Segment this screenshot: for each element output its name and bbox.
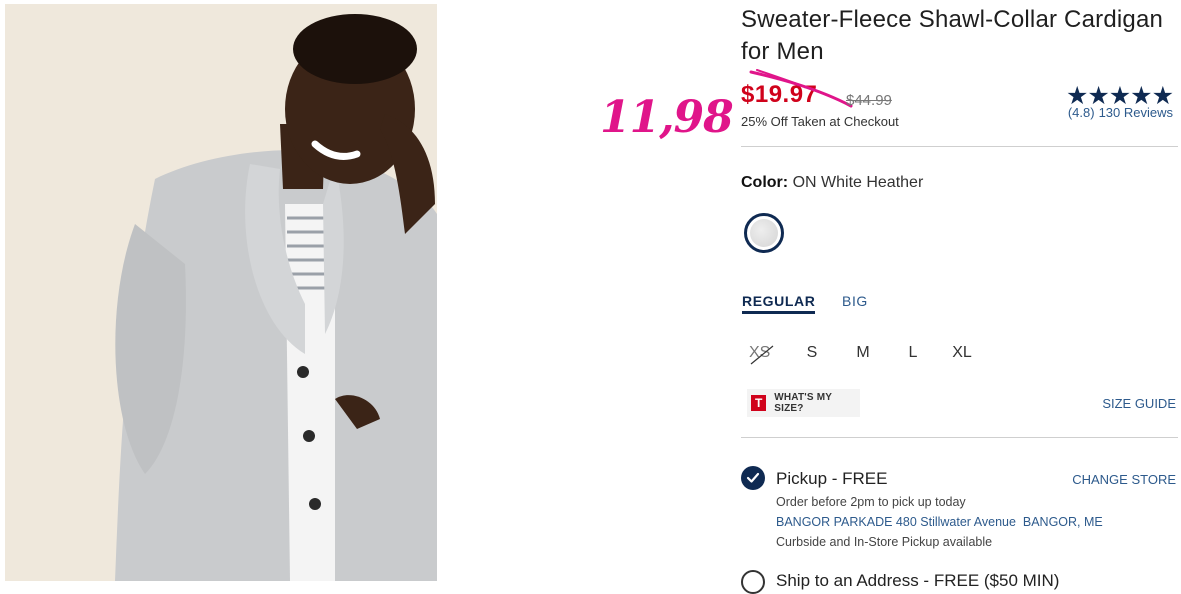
- product-title: Sweater-Fleece Shawl-Collar Cardigan for…: [741, 6, 1164, 65]
- size-option-s[interactable]: S: [800, 344, 824, 362]
- store-address-link[interactable]: BANGOR PARKADE 480 Stillwater Avenue BAN…: [776, 515, 1103, 529]
- color-label-row: Color: ON White Heather: [741, 174, 923, 192]
- product-image[interactable]: [5, 4, 437, 581]
- reviews-link[interactable]: (4.8) 130 Reviews: [1068, 105, 1173, 120]
- pickup-order-note: Order before 2pm to pick up today: [776, 495, 966, 509]
- tab-big[interactable]: BIG: [842, 293, 868, 309]
- whats-my-size-label: WHAT'S MY SIZE?: [774, 392, 832, 414]
- price-strikethrough-scribble: [749, 69, 853, 108]
- whats-my-size-button[interactable]: T WHAT'S MY SIZE?: [747, 389, 860, 417]
- size-option-xs[interactable]: XS: [749, 344, 777, 366]
- ship-option-title[interactable]: Ship to an Address - FREE ($50 MIN): [776, 571, 1059, 591]
- divider: [741, 146, 1178, 147]
- handwritten-price-annotation: 11,98: [600, 92, 734, 143]
- discount-note: 25% Off Taken at Checkout: [741, 114, 899, 129]
- pickup-selected-check-icon[interactable]: [741, 466, 765, 490]
- curbside-note: Curbside and In-Store Pickup available: [776, 535, 993, 549]
- color-value: ON White Heather: [792, 174, 924, 191]
- tab-regular[interactable]: REGULAR: [742, 293, 816, 314]
- ship-to-address-radio[interactable]: [741, 570, 765, 594]
- true-fit-logo-icon: T: [751, 395, 767, 411]
- color-swatch-white-heather[interactable]: [744, 213, 784, 253]
- regular-price: $44.99: [846, 92, 892, 109]
- pickup-option-title[interactable]: Pickup - FREE: [776, 469, 887, 489]
- size-option-xl[interactable]: XL: [950, 344, 974, 362]
- swatch-fill: [750, 219, 778, 247]
- size-option-m[interactable]: M: [851, 344, 875, 362]
- size-option-l[interactable]: L: [901, 344, 925, 362]
- change-store-link[interactable]: CHANGE STORE: [1072, 472, 1176, 487]
- color-label: Color:: [741, 174, 789, 191]
- review-count: 130 Reviews: [1098, 105, 1173, 120]
- product-details-panel: Sweater-Fleece Shawl-Collar Cardigan for…: [741, 0, 1179, 594]
- size-guide-link[interactable]: SIZE GUIDE: [1102, 396, 1176, 411]
- divider: [741, 437, 1178, 438]
- rating-score: (4.8): [1067, 105, 1095, 120]
- unavailable-strike-icon: [750, 345, 774, 365]
